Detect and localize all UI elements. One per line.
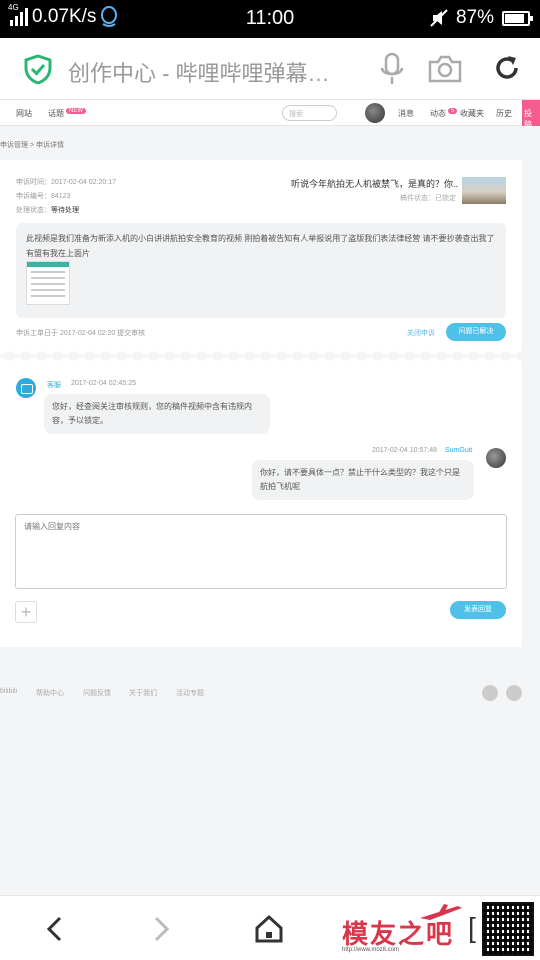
weibo-icon[interactable] <box>482 685 498 701</box>
nav-dynamic-label: 动态 <box>430 109 446 118</box>
status-right: 87% <box>430 7 533 29</box>
nav-item-topic[interactable]: 话题 NEW <box>48 108 86 119</box>
support-time: 2017-02-04 02:45:25 <box>71 380 136 387</box>
add-attachment-button[interactable]: + <box>15 601 37 623</box>
support-message: 您好，经查阅关注审核规则，您的稿件视频中含有违规内容，予以锁定。 <box>44 394 270 434</box>
appeal-card: 申诉时间：2017-02-04 02:20:17 申诉编号：84123 处理状态… <box>0 160 522 350</box>
forward-icon[interactable] <box>146 914 176 944</box>
conversation-card: 客服 2017-02-04 02:45:25 您好，经查阅关注审核规则，您的稿件… <box>0 362 522 647</box>
bracket-glyph: [ <box>468 912 476 943</box>
support-avatar-icon <box>16 378 36 398</box>
close-appeal-link[interactable]: 关闭申诉 <box>407 328 435 338</box>
divider <box>0 348 522 355</box>
nav-search-input[interactable]: 搜索 <box>282 105 337 121</box>
video-thumbnail[interactable] <box>462 177 506 204</box>
support-name[interactable]: 客服 <box>47 380 61 390</box>
browser-bar: 创作中心 - 哔哩哔哩弹幕… <box>0 38 540 100</box>
appeal-id: 申诉编号：84123 <box>16 193 71 200</box>
video-title[interactable]: 听说今年航拍无人机被禁飞，是真的？你.. <box>291 177 458 190</box>
footer-link[interactable]: 关于我们 <box>129 688 157 698</box>
video-status: 稿件状态：已锁定 <box>400 195 456 202</box>
page-content: 网站 话题 NEW 搜索 消息 动态 5 收藏夹 历史 投稿 申诉管理 > 申诉详情… <box>0 100 540 895</box>
status-badge: 等待处理 <box>51 207 79 214</box>
mute-icon <box>430 9 448 27</box>
user-time: 2017-02-04 10:57:48 <box>372 447 437 454</box>
footer-link[interactable]: 帮助中心 <box>36 688 64 698</box>
nav-item-messages[interactable]: 消息 <box>398 108 414 119</box>
appeal-description: 此视频是我们准备为新添入机的小白讲讲航拍安全教育的视频 刚拍着被告知有人举报说用… <box>16 223 506 318</box>
appeal-time: 申诉时间：2017-02-04 02:20:17 <box>16 179 116 186</box>
user-name[interactable]: SumGuit <box>445 447 472 454</box>
watermark-text: 模友之吧 <box>342 919 455 949</box>
new-badge: NEW <box>66 108 86 114</box>
nav-topic-label: 话题 <box>48 109 64 118</box>
home-icon[interactable] <box>254 914 284 944</box>
site-nav: 网站 话题 NEW 搜索 消息 动态 5 收藏夹 历史 投稿 <box>0 100 540 129</box>
watermark: 模友之吧 http://www.moz8.com [ <box>338 900 538 958</box>
breadcrumb[interactable]: 申诉管理 > 申诉详情 <box>0 140 64 150</box>
dynamic-badge: 5 <box>448 108 458 114</box>
resolved-button[interactable]: 问题已解决 <box>446 323 506 341</box>
appeal-status-label: 处理状态： <box>16 207 51 214</box>
reload-icon[interactable] <box>494 54 520 82</box>
qr-code-icon <box>482 902 534 956</box>
nav-item-history[interactable]: 历史 <box>496 108 512 119</box>
status-bar: 4G 0.07K/s 11:00 87% <box>0 0 540 38</box>
page-title-address[interactable]: 创作中心 - 哔哩哔哩弹幕… <box>68 56 368 88</box>
microphone-icon[interactable] <box>380 52 404 86</box>
send-reply-button[interactable]: 发表回复 <box>450 601 506 619</box>
battery-percent: 87% <box>455 7 494 28</box>
description-text: 此视频是我们准备为新添入机的小白讲讲航拍安全教育的视频 刚拍着被告知有人举报说用… <box>26 234 495 258</box>
nav-item-site[interactable]: 网站 <box>16 108 32 119</box>
nav-item-dynamic[interactable]: 动态 5 <box>430 108 458 119</box>
camera-icon[interactable] <box>428 54 462 84</box>
battery-icon <box>502 10 533 26</box>
wechat-icon[interactable] <box>506 685 522 701</box>
footer-link[interactable]: 问题反馈 <box>83 688 111 698</box>
attachment-screenshot[interactable] <box>26 261 70 305</box>
avatar[interactable] <box>365 103 385 123</box>
nav-item-favorites[interactable]: 收藏夹 <box>460 108 484 119</box>
avatar[interactable] <box>486 448 506 468</box>
reply-input[interactable] <box>15 514 507 589</box>
appeal-status: 处理状态：等待处理 <box>16 205 79 215</box>
user-message: 你好，请不要具体一点？禁止干什么类型的？我这个只是航拍飞机呢 <box>252 460 474 500</box>
battery-fill <box>505 13 525 23</box>
upload-tab[interactable]: 投稿 <box>522 100 540 129</box>
watermark-url: http://www.moz8.com <box>342 947 400 953</box>
footer-link[interactable]: 活动专题 <box>176 688 204 698</box>
back-icon[interactable] <box>40 914 70 944</box>
appeal-submitted-note: 申诉工单日于 2017-02-04 02:20 提交审核 <box>16 330 146 337</box>
footer-link[interactable]: bilibili <box>0 688 17 695</box>
secure-shield-icon <box>24 54 52 84</box>
